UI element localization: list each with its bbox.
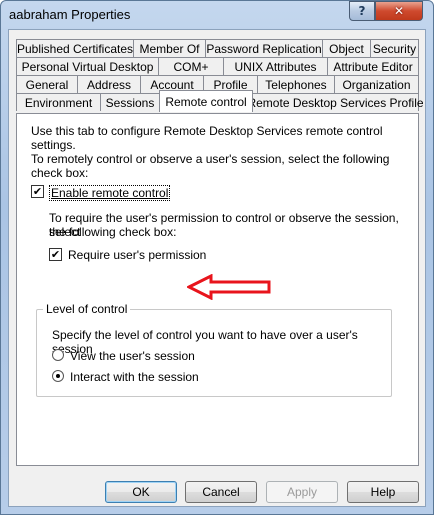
view-session-label[interactable]: View the user's session bbox=[70, 349, 195, 363]
require-permission-checkbox[interactable]: ✔ bbox=[49, 248, 62, 261]
tab-member-of[interactable]: Member Of bbox=[133, 39, 206, 57]
ok-button[interactable]: OK bbox=[105, 481, 177, 503]
tab-com-plus[interactable]: COM+ bbox=[158, 57, 224, 75]
help-icon[interactable]: ? bbox=[349, 1, 375, 21]
help-button[interactable]: Help bbox=[347, 481, 419, 503]
dialog-client-area: Published Certificates Member Of Passwor… bbox=[8, 29, 426, 507]
tab-published-certificates[interactable]: Published Certificates bbox=[16, 39, 134, 57]
radio-selected-dot-icon bbox=[56, 374, 60, 378]
apply-button[interactable]: Apply bbox=[266, 481, 338, 503]
properties-dialog: aabraham Properties ? ✕ Published Certif… bbox=[0, 0, 434, 515]
tab-password-replication[interactable]: Password Replication bbox=[205, 39, 323, 57]
level-of-control-title: Level of control bbox=[43, 302, 131, 316]
tab-attribute-editor[interactable]: Attribute Editor bbox=[327, 57, 419, 75]
instruction-text-line2: check box: bbox=[31, 166, 89, 180]
interact-session-label[interactable]: Interact with the session bbox=[70, 370, 199, 384]
enable-remote-control-checkbox[interactable]: ✔ bbox=[31, 185, 44, 198]
enable-remote-control-label[interactable]: Enable remote control bbox=[49, 185, 171, 201]
tab-security[interactable]: Security bbox=[370, 39, 419, 57]
window-title: aabraham Properties bbox=[9, 7, 131, 22]
tab-remote-control[interactable]: Remote control bbox=[159, 90, 253, 112]
tab-general[interactable]: General bbox=[16, 75, 78, 93]
intro-text: Use this tab to configure Remote Desktop… bbox=[31, 124, 383, 152]
tab-telephones[interactable]: Telephones bbox=[257, 75, 335, 93]
cancel-button[interactable]: Cancel bbox=[185, 481, 257, 503]
require-intro-line2: the following check box: bbox=[49, 225, 177, 239]
tab-object[interactable]: Object bbox=[322, 39, 371, 57]
tab-organization[interactable]: Organization bbox=[334, 75, 419, 93]
tab-environment[interactable]: Environment bbox=[16, 93, 101, 111]
tab-address[interactable]: Address bbox=[77, 75, 141, 93]
view-session-radio[interactable] bbox=[52, 349, 64, 361]
tab-sessions[interactable]: Sessions bbox=[100, 93, 160, 111]
remote-control-panel: Use this tab to configure Remote Desktop… bbox=[16, 113, 419, 466]
close-icon[interactable]: ✕ bbox=[375, 1, 423, 21]
level-of-control-group: Level of control Specify the level of co… bbox=[36, 302, 392, 397]
instruction-text-line1: To remotely control or observe a user's … bbox=[31, 152, 390, 166]
interact-session-radio[interactable] bbox=[52, 370, 64, 382]
tab-remote-desktop-services-profile[interactable]: Remote Desktop Services Profile bbox=[247, 93, 424, 111]
red-arrow-annotation-icon bbox=[187, 274, 271, 300]
title-bar[interactable]: aabraham Properties ? ✕ bbox=[1, 1, 433, 29]
require-permission-label[interactable]: Require user's permission bbox=[68, 248, 206, 262]
tab-unix-attributes[interactable]: UNIX Attributes bbox=[223, 57, 328, 75]
tab-personal-virtual-desktop[interactable]: Personal Virtual Desktop bbox=[16, 57, 159, 75]
